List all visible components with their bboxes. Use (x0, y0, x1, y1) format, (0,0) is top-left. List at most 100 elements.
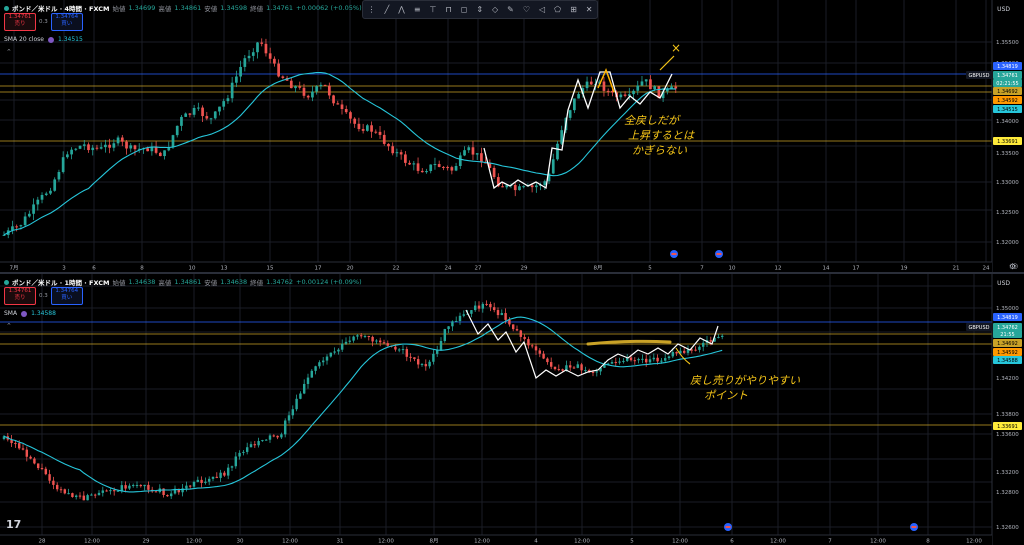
time-tick-label: 21 (953, 266, 960, 272)
candle-body (375, 340, 378, 342)
candle-body (90, 494, 93, 496)
candle-body (675, 352, 678, 354)
high-label: 高値 (158, 5, 172, 13)
candle-body (70, 149, 73, 155)
candle-body (99, 147, 103, 149)
candle-body (120, 485, 124, 491)
currency-label[interactable]: USD (997, 280, 1010, 287)
collapse-legend-icon[interactable]: ⌃ (6, 48, 12, 56)
candle-body (485, 303, 488, 305)
symbol-title[interactable]: ポンド／米ドル · 1時間 · FXCM (12, 277, 109, 287)
indicator-settings-icon[interactable] (21, 310, 28, 317)
candle-body (23, 216, 27, 226)
time-tick-label: 5 (648, 266, 652, 272)
price-tag-label: 1.34692 (997, 89, 1018, 95)
candle-body (200, 479, 203, 483)
text-icon[interactable]: ⊤ (430, 5, 437, 14)
sma-legend-4h[interactable]: SMA 20 close 1.34515 (4, 36, 83, 43)
indicator-settings-icon[interactable] (48, 36, 54, 43)
currency-label[interactable]: USD (997, 6, 1010, 13)
candle-body (120, 137, 124, 142)
candle-body (435, 350, 439, 354)
candle-body (154, 491, 158, 493)
cursor-icon[interactable]: ⋮ (367, 5, 375, 14)
sell-button[interactable]: 1.34761 売り (4, 287, 36, 305)
price-tick-label: 1.32500 (996, 210, 1019, 216)
candle-body (74, 495, 78, 498)
settings-icon[interactable]: ⚙ (1009, 262, 1016, 271)
candle-body (644, 79, 648, 82)
buy-button[interactable]: 1.34764 買い (50, 13, 83, 31)
tradingview-logo[interactable]: 17 (6, 518, 21, 531)
candle-body (147, 484, 150, 490)
time-tick-label: 12:00 (870, 539, 886, 545)
candle-body (667, 356, 671, 359)
layers-icon[interactable]: ◁ (539, 5, 545, 14)
price-tag-label: GBPUSD (968, 325, 989, 331)
time-tick-label: 28 (39, 539, 46, 545)
chart-canvas-1h[interactable]: 1.350001.346001.342001.338001.336001.332… (0, 274, 1024, 545)
chart-pane-4h[interactable]: 1.355001.350001.340001.335001.330001.325… (0, 0, 1024, 272)
collapse-legend-icon[interactable]: ⌃ (6, 322, 12, 330)
candle-body (523, 336, 526, 340)
candle-body (82, 495, 86, 501)
chart-canvas-4h[interactable]: 1.355001.350001.340001.335001.330001.325… (0, 0, 1024, 272)
candle-body (55, 484, 59, 490)
annotation-text: 全戻しだが (624, 114, 681, 127)
candle-body (429, 164, 433, 172)
candle-body (310, 370, 314, 378)
fib-icon[interactable]: ⋀ (398, 5, 405, 14)
candle-body (283, 420, 287, 435)
time-tick-label: 27 (475, 266, 482, 272)
time-tick-label: 7 (828, 539, 832, 545)
candle-body (188, 113, 192, 115)
chart-pane-1h[interactable]: 1.350001.346001.342001.338001.336001.332… (0, 274, 1024, 545)
trash-icon[interactable]: ♡ (523, 5, 530, 14)
candle-body (534, 346, 538, 351)
brush-icon[interactable]: ≡ (414, 5, 421, 14)
candle-body (302, 383, 306, 394)
candle-body (294, 86, 297, 89)
candle-body (318, 362, 321, 367)
sma-legend-1h[interactable]: SMA 1.34588 (4, 310, 56, 317)
candle-body (428, 361, 431, 367)
candle-body (273, 58, 276, 64)
buy-button[interactable]: 1.34764 買い (50, 287, 83, 305)
time-tick-label: 24 (983, 266, 990, 272)
price-tag-label: 1.34761 (997, 73, 1018, 79)
close-toolbar-icon[interactable]: ✕ (586, 5, 593, 14)
candle-body (577, 94, 580, 99)
candle-body (709, 340, 713, 342)
more-icon[interactable]: ⊞ (570, 5, 577, 14)
trade-buttons-1h: 1.34761 売り 0.3 1.34764 買い (4, 287, 83, 305)
time-tick-label: 4 (534, 539, 538, 545)
candle-body (67, 493, 70, 495)
time-tick-label: 6 (730, 539, 734, 545)
change-value: +0.00062 (+0.05%) (296, 4, 362, 12)
magnet-icon[interactable]: ⇕ (476, 5, 483, 14)
eye-icon[interactable]: ✎ (507, 5, 514, 14)
time-tick-label: 12:00 (770, 539, 786, 545)
sell-button[interactable]: 1.34761 売り (4, 13, 36, 31)
candle-body (185, 485, 188, 489)
candle-body (518, 186, 521, 191)
candle-body (370, 125, 373, 132)
shape-icon[interactable]: ⬠ (554, 5, 561, 14)
candle-body (698, 346, 701, 350)
candle-body (553, 366, 557, 370)
candle-body (53, 179, 57, 191)
candle-body (239, 66, 242, 77)
candle-body (332, 95, 335, 104)
candle-body (538, 350, 542, 354)
lock-icon[interactable]: ◇ (492, 5, 498, 14)
price-tag-label: 1.34592 (997, 350, 1018, 356)
symbol-title[interactable]: ポンド／米ドル · 4時間 · FXCM (12, 3, 109, 13)
trend-line-icon[interactable]: ╱ (384, 5, 389, 14)
ruler-icon[interactable]: ⊓ (445, 5, 451, 14)
candle-body (311, 91, 314, 98)
zoom-icon[interactable]: ◻ (461, 5, 468, 14)
candle-body (139, 485, 143, 487)
candle-body (682, 350, 686, 353)
candle-body (104, 144, 107, 148)
time-tick-label: 7月 (10, 265, 19, 272)
